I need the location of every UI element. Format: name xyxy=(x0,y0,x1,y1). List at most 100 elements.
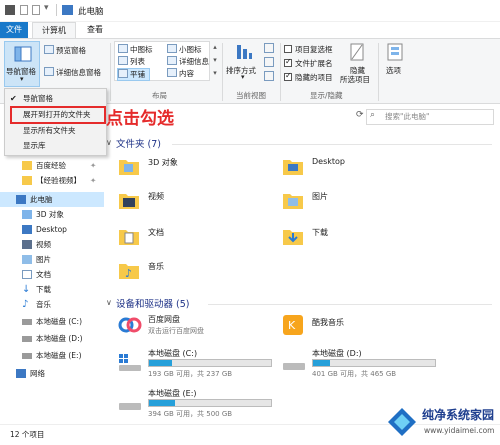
group-by-icon[interactable] xyxy=(264,43,274,53)
sidebar-item-drive-d[interactable]: 本地磁盘 (D:) xyxy=(0,331,104,346)
checkbox-icon[interactable] xyxy=(284,45,292,53)
details-pane-button[interactable]: 详细信息窗格 xyxy=(44,67,101,78)
tab-computer[interactable]: 计算机 xyxy=(32,22,76,38)
sidebar-item-drive-e[interactable]: 本地磁盘 (E:) xyxy=(0,348,104,363)
folder-label: Desktop xyxy=(312,157,345,166)
music-icon: ♪ xyxy=(22,299,29,310)
list-option[interactable]: 列表 xyxy=(118,56,145,67)
navigation-pane: 百度经验 ✦ 【经验视频】 ✦ 此电脑 3D 对象 Desktop 视频 图片 … xyxy=(0,128,104,424)
downloads-folder-icon xyxy=(283,230,303,245)
hide-selected-label-2: 所选项目 xyxy=(340,75,370,84)
sidebar-item-video-exp[interactable]: 【经验视频】 ✦ xyxy=(0,173,104,188)
preview-pane-button[interactable]: 预览窗格 xyxy=(44,45,86,56)
content-option[interactable]: 内容 xyxy=(167,68,194,79)
content-pane: ∨ 文件夹 (7) 3D 对象 Desktop 视频 图片 文档 下载 ♪ 音乐… xyxy=(104,128,500,424)
size-columns-icon[interactable] xyxy=(264,71,274,81)
documents-folder-icon xyxy=(119,230,139,245)
drive-usage-bar xyxy=(148,359,272,367)
sidebar-item-network[interactable]: 网络 xyxy=(0,366,104,381)
drive-item-e[interactable]: 本地磁盘 (E:) 394 GB 可用，共 500 GB xyxy=(118,388,278,418)
properties-icon[interactable] xyxy=(20,5,28,15)
checkbox-icon[interactable] xyxy=(284,57,292,67)
sidebar-item-desktop[interactable]: Desktop xyxy=(0,222,104,237)
menu-item-show-libraries[interactable]: 显示库 xyxy=(5,139,106,153)
options-icon xyxy=(387,43,403,61)
menu-item-nav-pane[interactable]: ✔ 导航窗格 xyxy=(5,92,106,106)
collapse-icon[interactable]: ∨ xyxy=(106,298,112,307)
options-button[interactable]: 选项 xyxy=(382,43,408,83)
network-icon xyxy=(16,369,26,378)
sidebar-item-label: 百度经验 xyxy=(36,161,66,170)
list-icon xyxy=(118,56,128,65)
item-count: 12 个项目 xyxy=(10,430,45,439)
drive-name: 本地磁盘 (D:) xyxy=(312,349,362,358)
folder-label: 视频 xyxy=(148,192,164,201)
devices-header[interactable]: 设备和驱动器 (5) xyxy=(116,296,189,310)
add-columns-icon[interactable] xyxy=(264,57,274,67)
quick-access-dropdown-icon[interactable]: ▾ xyxy=(44,3,49,13)
sort-by-button[interactable]: 排序方式 ▾ xyxy=(226,43,262,87)
drive-item-c[interactable]: 本地磁盘 (C:) 193 GB 可用，共 237 GB xyxy=(118,348,278,378)
app-item-baidu-netdisk[interactable]: 百度网盘 双击运行百度网盘 xyxy=(118,314,278,342)
new-folder-icon[interactable] xyxy=(32,5,40,15)
content-label: 内容 xyxy=(179,69,194,78)
preview-pane-icon xyxy=(44,45,54,54)
folder-item-music[interactable]: ♪ 音乐 xyxy=(118,258,298,286)
pin-icon[interactable]: ✦ xyxy=(90,173,96,188)
folder-item-videos[interactable]: 视频 xyxy=(118,188,298,216)
sidebar-item-this-pc[interactable]: 此电脑 xyxy=(0,192,104,207)
sidebar-item-baidu[interactable]: 百度经验 ✦ xyxy=(0,158,104,173)
layout-group-label: 布局 xyxy=(152,91,167,100)
sidebar-item-drive-c[interactable]: 本地磁盘 (C:) xyxy=(0,314,104,329)
file-extensions-toggle[interactable]: 文件扩展名 xyxy=(284,57,333,69)
drive-usage-fill xyxy=(313,360,331,366)
tiles-option[interactable]: 平铺 xyxy=(117,68,150,81)
folder-item-desktop[interactable]: Desktop xyxy=(282,154,462,182)
sort-icon xyxy=(237,45,252,59)
sidebar-item-documents[interactable]: 文档 xyxy=(0,267,104,282)
folder-item-pictures[interactable]: 图片 xyxy=(282,188,462,216)
sidebar-item-label: 此电脑 xyxy=(30,195,53,204)
folder-item-3d[interactable]: 3D 对象 xyxy=(118,154,298,182)
menu-item-label: 显示所有文件夹 xyxy=(23,126,76,135)
menu-item-show-all-folders[interactable]: 显示所有文件夹 xyxy=(5,124,106,138)
details-pane-label: 详细信息窗格 xyxy=(56,68,101,77)
sidebar-item-label: 文档 xyxy=(36,270,51,279)
app-icon xyxy=(5,5,15,15)
sidebar-item-videos[interactable]: 视频 xyxy=(0,237,104,252)
tab-view[interactable]: 查看 xyxy=(80,22,110,38)
hidden-items-label: 隐藏的项目 xyxy=(295,73,333,82)
nav-pane-button[interactable]: 导航窗格 ▾ xyxy=(4,41,40,87)
pictures-folder-icon xyxy=(283,194,303,209)
folder-label: 文档 xyxy=(148,228,164,237)
hidden-items-toggle[interactable]: 隐藏的项目 xyxy=(284,71,333,83)
app-item-kuwo-music[interactable]: K 酷我音乐 xyxy=(282,314,442,342)
details-label: 详细信息 xyxy=(179,57,209,66)
item-checkboxes-toggle[interactable]: 项目复选框 xyxy=(284,44,333,55)
music-folder-icon: ♪ xyxy=(119,264,139,280)
search-input[interactable]: 搜索"此电脑" xyxy=(366,109,494,125)
checkbox-icon[interactable] xyxy=(284,71,292,81)
list-label: 列表 xyxy=(130,57,145,66)
refresh-icon[interactable]: ⟳ xyxy=(356,110,364,120)
drive-item-d[interactable]: 本地磁盘 (D:) 401 GB 可用，共 465 GB xyxy=(282,348,442,378)
sidebar-item-pictures[interactable]: 图片 xyxy=(0,252,104,267)
tab-file[interactable]: 文件 xyxy=(0,22,28,38)
gallery-scroll[interactable]: ▴ ▾ ▾ xyxy=(211,41,219,81)
folders-header[interactable]: 文件夹 (7) xyxy=(116,136,161,150)
drive-usage-bar xyxy=(148,399,272,407)
pin-icon[interactable]: ✦ xyxy=(90,158,96,173)
sidebar-item-label: Desktop xyxy=(36,225,67,234)
small-icons-option[interactable]: 小图标 xyxy=(167,44,202,55)
sidebar-item-label: 视频 xyxy=(36,240,51,249)
sidebar-item-3d[interactable]: 3D 对象 xyxy=(0,207,104,222)
sidebar-item-music[interactable]: ♪ 音乐 xyxy=(0,297,104,312)
sidebar-item-label: 【经验视频】 xyxy=(36,176,81,185)
details-option[interactable]: 详细信息 xyxy=(167,56,209,67)
sidebar-item-downloads[interactable]: ↓ 下载 xyxy=(0,282,104,297)
folder-item-downloads[interactable]: 下载 xyxy=(282,224,462,252)
hide-selected-button[interactable]: 隐藏 所选项目 xyxy=(340,43,376,87)
folder-item-documents[interactable]: 文档 xyxy=(118,224,298,252)
watermark-logo-icon xyxy=(388,408,416,436)
medium-icons-option[interactable]: 中图标 xyxy=(118,44,153,55)
